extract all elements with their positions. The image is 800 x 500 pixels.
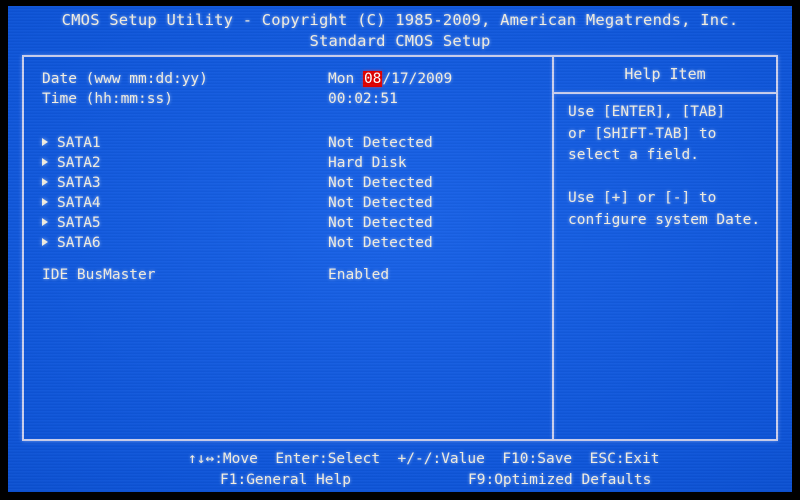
sata4-value: Not Detected — [328, 195, 433, 211]
screen-header: CMOS Setup Utility - Copyright (C) 1985-… — [8, 10, 792, 52]
bios-setup-screen: CMOS Setup Utility - Copyright (C) 1985-… — [0, 0, 800, 500]
expand-triangle-icon — [42, 198, 48, 206]
help-panel-title: Help Item — [624, 65, 706, 83]
sata2-value: Hard Disk — [328, 155, 407, 171]
date-month-selected[interactable]: 08 — [362, 71, 383, 87]
time-value[interactable]: 00:02:51 — [328, 89, 398, 109]
ide-busmaster-label: IDE BusMaster — [42, 267, 156, 283]
hint-save: F10:Save — [502, 451, 573, 467]
expand-triangle-icon — [42, 138, 48, 146]
help-panel-body: Use [ENTER], [TAB] or [SHIFT-TAB] to sel… — [568, 102, 770, 231]
sata1-value: Not Detected — [328, 135, 433, 151]
date-value[interactable]: Mon 08/17/2009 — [328, 69, 452, 89]
sata5-value: Not Detected — [328, 215, 433, 231]
sata5-entry[interactable]: SATA5 — [42, 213, 101, 233]
sata3-entry[interactable]: SATA3 — [42, 173, 101, 193]
sata5-label: SATA5 — [57, 215, 101, 231]
hint-value: +/-/:Value — [397, 451, 485, 467]
help-line-2: or [SHIFT-TAB] to — [568, 125, 717, 142]
key-hint-bar: ↑↓↔:Move Enter:Select +/-/:Value F10:Sav… — [8, 449, 792, 492]
crt-display-area: CMOS Setup Utility - Copyright (C) 1985-… — [8, 6, 792, 492]
expand-triangle-icon — [42, 178, 48, 186]
hint-optimized-defaults: F9:Optimized Defaults — [468, 472, 652, 488]
help-line-1: Use [ENTER], [TAB] — [568, 104, 726, 120]
key-hint-line-1: ↑↓↔:Move Enter:Select +/-/:Value F10:Sav… — [188, 449, 659, 470]
sata6-entry[interactable]: SATA6 — [42, 233, 101, 253]
sata1-label: SATA1 — [57, 135, 101, 151]
expand-triangle-icon — [42, 158, 48, 166]
utility-title: CMOS Setup Utility - Copyright (C) 1985-… — [61, 11, 739, 29]
content-frame: Date (www mm:dd:yy) Mon 08/17/2009 Time … — [22, 55, 778, 441]
help-panel: Help Item Use [ENTER], [TAB] or [SHIFT-T… — [554, 57, 776, 439]
help-title-divider — [554, 92, 776, 94]
hint-move: ↑↓↔:Move — [188, 451, 258, 467]
sata6-value: Not Detected — [328, 235, 433, 251]
date-weekday: Mon — [328, 71, 355, 87]
sata4-entry[interactable]: SATA4 — [42, 193, 101, 213]
sata2-entry[interactable]: SATA2 — [42, 153, 101, 173]
sata6-label: SATA6 — [57, 235, 101, 251]
help-line-3: select a field. — [568, 147, 699, 163]
sata3-value: Not Detected — [328, 175, 433, 191]
page-title: Standard CMOS Setup — [309, 32, 491, 50]
sata4-label: SATA4 — [57, 195, 101, 211]
hint-select: Enter:Select — [275, 451, 381, 467]
sata2-label: SATA2 — [57, 155, 101, 171]
sata3-label: SATA3 — [57, 175, 101, 191]
date-label: Date (www mm:dd:yy) — [42, 71, 208, 87]
expand-triangle-icon — [42, 218, 48, 226]
help-line-5: configure system Date. — [568, 211, 761, 228]
sata1-entry[interactable]: SATA1 — [42, 133, 101, 153]
help-line-4: Use [+] or [-] to — [568, 190, 717, 206]
time-label: Time (hh:mm:ss) — [42, 91, 173, 107]
date-day-year: /17/2009 — [382, 71, 453, 87]
help-spacer — [568, 167, 770, 189]
settings-panel: Date (www mm:dd:yy) Mon 08/17/2009 Time … — [24, 57, 552, 439]
hint-general-help: F1:General Help — [220, 472, 351, 488]
expand-triangle-icon — [42, 238, 48, 246]
hint-exit: ESC:Exit — [589, 451, 660, 467]
ide-busmaster-value[interactable]: Enabled — [328, 265, 389, 285]
